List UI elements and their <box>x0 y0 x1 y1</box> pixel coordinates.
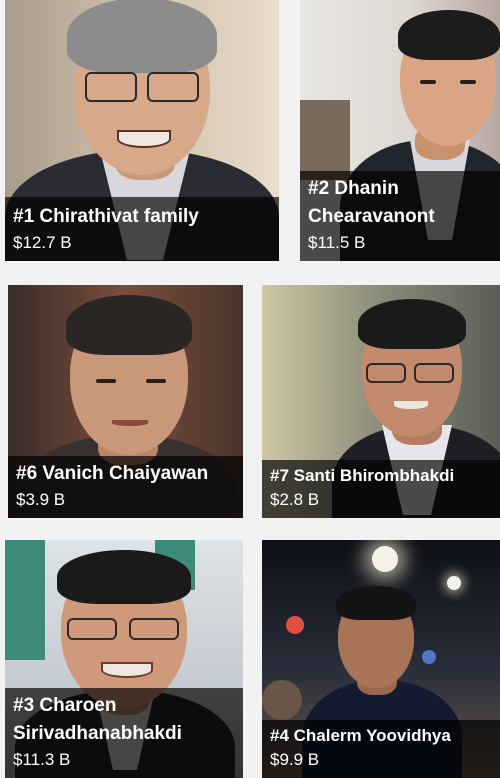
person-name: #6 Vanich Chaiyawan <box>16 463 209 484</box>
card-chirathivat[interactable]: #1 Chirathivat family $12.7 B <box>5 0 279 261</box>
net-worth: $11.3 B <box>13 750 71 769</box>
person-name-line1: #3 Charoen <box>13 695 117 716</box>
person-name-line2: Chearavanont <box>308 206 435 227</box>
net-worth: $3.9 B <box>16 490 66 509</box>
net-worth: $2.8 B <box>270 490 320 509</box>
person-name-line2: Sirivadhanabhakdi <box>13 723 182 744</box>
person-name: #7 Santi Bhirombhakdi <box>270 466 455 485</box>
billionaires-grid: #1 Chirathivat family $12.7 B #2 Dhanin … <box>0 0 500 778</box>
person-name: #4 Chalerm Yoovidhya <box>270 726 451 745</box>
person-name-line1: #2 Dhanin <box>308 178 399 199</box>
card-caption: #6 Vanich Chaiyawan $3.9 B <box>8 456 243 518</box>
person-name: #1 Chirathivat family <box>13 206 199 227</box>
card-yoovidhya[interactable]: #4 Chalerm Yoovidhya $9.9 B <box>262 540 500 778</box>
card-sirivadhanabhakdi[interactable]: #3 Charoen Sirivadhanabhakdi $11.3 B <box>5 540 243 778</box>
card-caption: #1 Chirathivat family $12.7 B <box>5 197 279 261</box>
net-worth: $11.5 B <box>308 233 366 252</box>
card-caption: #3 Charoen Sirivadhanabhakdi $11.3 B <box>5 688 243 778</box>
card-chearavanont[interactable]: #2 Dhanin Chearavanont $11.5 B <box>300 0 500 261</box>
card-caption: #2 Dhanin Chearavanont $11.5 B <box>300 171 500 261</box>
card-bhirombhakdi[interactable]: #7 Santi Bhirombhakdi $2.8 B <box>262 285 500 518</box>
net-worth: $9.9 B <box>270 750 320 769</box>
card-caption: #7 Santi Bhirombhakdi $2.8 B <box>262 460 500 518</box>
card-caption: #4 Chalerm Yoovidhya $9.9 B <box>262 720 500 778</box>
card-chaiyawan[interactable]: #6 Vanich Chaiyawan $3.9 B <box>8 285 243 518</box>
net-worth: $12.7 B <box>13 233 72 252</box>
